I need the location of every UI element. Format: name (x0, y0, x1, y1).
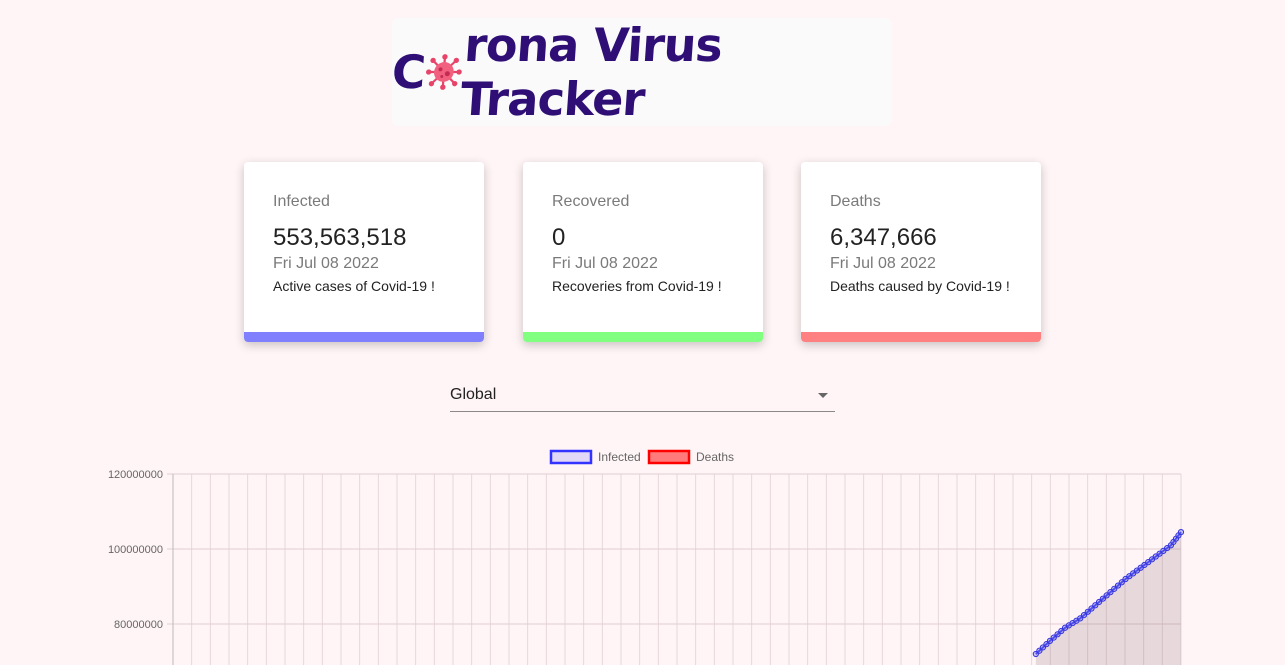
infected-card: Infected 553,563,518 Fri Jul 08 2022 Act… (244, 162, 484, 342)
dropdown-arrow-icon (818, 393, 828, 398)
card-date: Fri Jul 08 2022 (552, 255, 658, 272)
y-tick-label: 100000000 (108, 544, 163, 556)
cases-line-chart: 120000000 100000000 80000000 Infected Deaths (108, 449, 1185, 665)
app-logo: C rona Virus Tracker (390, 18, 892, 126)
card-date: Fri Jul 08 2022 (830, 255, 936, 272)
legend-swatch (549, 449, 593, 465)
country-select[interactable]: Global (450, 380, 835, 412)
country-select-value: Global (450, 386, 497, 403)
card-color-bar (244, 332, 484, 342)
recovered-card: Recovered 0 Fri Jul 08 2022 Recoveries f… (523, 162, 763, 342)
card-value: 553,563,518 (273, 224, 407, 251)
card-description: Recoveries from Covid-19 ! (552, 278, 722, 294)
card-color-bar (801, 332, 1041, 342)
card-color-bar (523, 332, 763, 342)
y-tick-label: 120000000 (108, 469, 163, 481)
app-title: C rona Virus Tracker (388, 18, 896, 126)
legend-label: Infected (598, 450, 641, 464)
legend-swatch (647, 449, 691, 465)
y-tick-label: 80000000 (114, 619, 163, 631)
title-prefix: C (390, 45, 427, 99)
card-description: Deaths caused by Covid-19 ! (830, 278, 1010, 294)
card-label: Recovered (552, 193, 630, 210)
card-description: Active cases of Covid-19 ! (273, 278, 435, 294)
card-value: 6,347,666 (830, 224, 937, 251)
card-label: Infected (273, 193, 330, 210)
deaths-card: Deaths 6,347,666 Fri Jul 08 2022 Deaths … (801, 162, 1041, 342)
title-suffix: rona Virus Tracker (458, 18, 724, 126)
card-label: Deaths (830, 193, 881, 210)
infected-point (1177, 529, 1185, 536)
card-value: 0 (552, 224, 566, 251)
legend-label: Deaths (696, 450, 734, 464)
virus-icon (425, 54, 462, 90)
card-date: Fri Jul 08 2022 (273, 255, 379, 272)
